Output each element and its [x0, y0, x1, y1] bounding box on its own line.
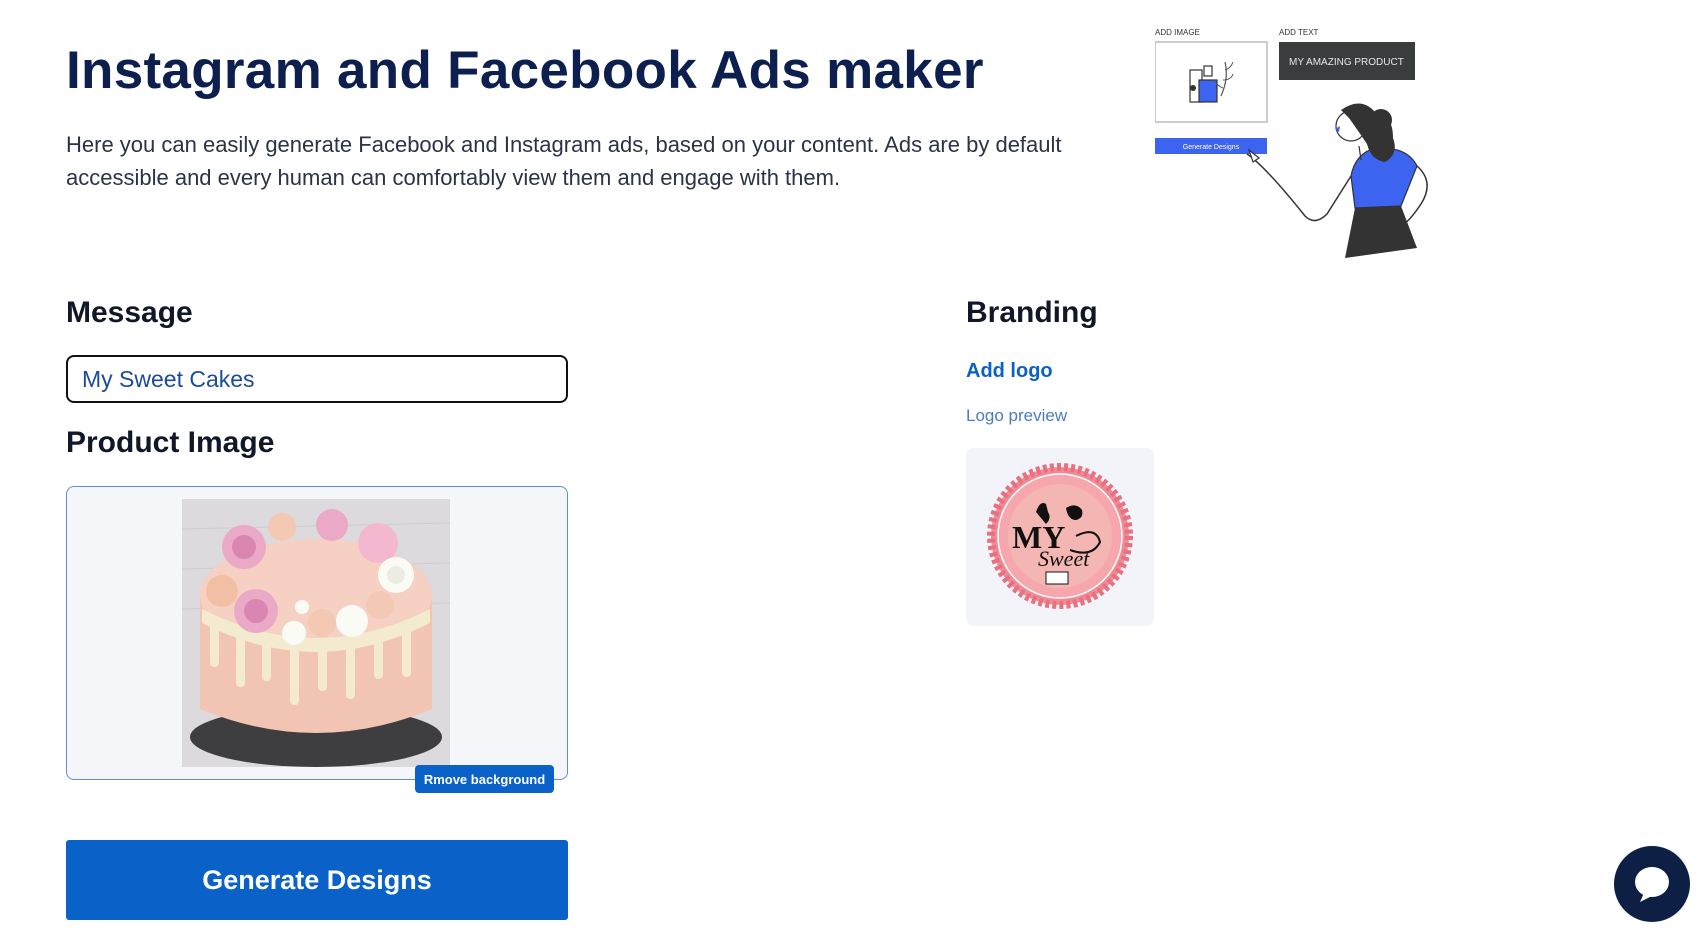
page-title: Instagram and Facebook Ads maker — [66, 41, 984, 100]
page-description: Here you can easily generate Facebook an… — [66, 132, 1062, 190]
chat-launcher-button[interactable] — [1614, 846, 1690, 922]
remove-background-button[interactable]: Rmove background — [415, 765, 554, 793]
hero-generate-label: Generate Designs — [1183, 144, 1240, 151]
hero-illustration-graphic: ADD IMAGE ADD TEXT MY AMAZING PRODUCT Ge… — [1154, 28, 1428, 258]
branding-heading: Branding — [966, 296, 1098, 329]
logo-text-bottom: Sweet — [1038, 546, 1090, 571]
hero-add-image-label: ADD IMAGE — [1155, 28, 1200, 37]
chat-bubble-icon — [1635, 867, 1669, 902]
hero-illustration: ADD IMAGE ADD TEXT MY AMAZING PRODUCT Ge… — [1154, 26, 1435, 266]
hero-sample-text: MY AMAZING PRODUCT — [1289, 57, 1404, 68]
logo-preview-box: MY Sweet — [966, 448, 1154, 626]
message-input[interactable] — [66, 355, 568, 403]
generate-designs-button[interactable]: Generate Designs — [66, 840, 568, 920]
hero-add-text-label: ADD TEXT — [1279, 28, 1319, 37]
message-heading: Message — [66, 296, 193, 329]
logo-preview-label: Logo preview — [966, 406, 1068, 425]
product-image-heading: Product Image — [66, 426, 275, 459]
add-logo-link[interactable]: Add logo — [966, 360, 1053, 383]
brand-logo: MY Sweet — [987, 463, 1133, 609]
product-image-preview — [182, 499, 450, 767]
cake-image — [182, 499, 450, 767]
product-image-dropzone[interactable] — [66, 486, 568, 780]
